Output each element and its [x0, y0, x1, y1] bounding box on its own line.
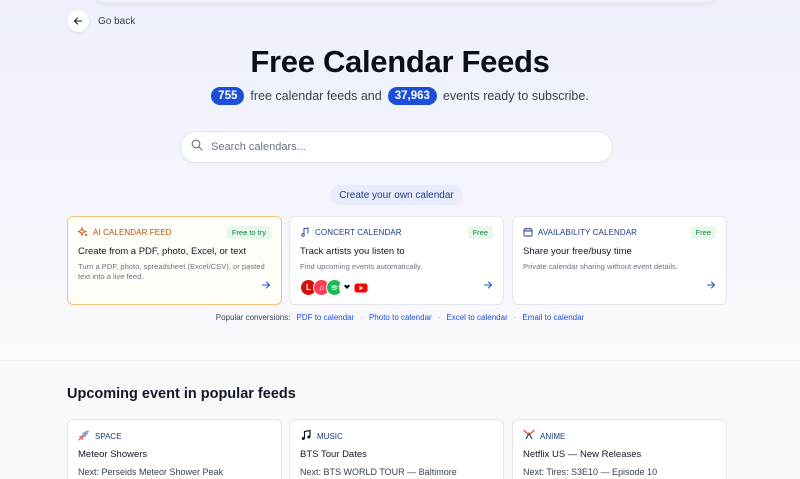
arrow-right-icon[interactable]: [483, 277, 493, 295]
event-feed-title: Meteor Showers: [78, 449, 148, 460]
create-calendar-button[interactable]: Create your own calendar: [330, 185, 463, 205]
card-tag: AVAILABILITY CALENDAR: [538, 228, 638, 237]
anime-icon: [523, 428, 535, 446]
event-next: Next: Tires: S3E10 — Episode 10: [523, 467, 658, 477]
music-note-icon: [300, 428, 312, 446]
event-next: Next: BTS WORLD TOUR — Baltimore: [300, 467, 457, 477]
event-category: MUSIC: [317, 432, 343, 441]
concert-calendar-card[interactable]: CONCERT CALENDAR Free Track artists you …: [289, 216, 504, 305]
youtube-icon: [352, 279, 369, 296]
sparkles-icon: [77, 224, 88, 242]
section-title: Upcoming event in popular feeds: [67, 386, 296, 402]
event-category: ANIME: [540, 432, 566, 441]
go-back-button[interactable]: Go back: [67, 10, 135, 32]
card-description: Turn a PDF, photo, spreadsheet (Excel/CS…: [78, 262, 265, 281]
event-card-anime[interactable]: ANIME Netflix US — New Releases Next: Ti…: [512, 419, 727, 479]
excel-to-calendar-link[interactable]: Excel to calendar: [446, 313, 507, 322]
card-tag: CONCERT CALENDAR: [315, 228, 402, 237]
card-description: Find upcoming events automatically.: [300, 262, 423, 271]
go-back-label: Go back: [98, 15, 136, 27]
search-input[interactable]: [211, 141, 591, 153]
arrow-right-icon[interactable]: [706, 277, 716, 295]
card-title: Create from a PDF, photo, Excel, or text: [78, 246, 246, 257]
hero-subtitle: 755 free calendar feeds and 37,963 event…: [0, 87, 800, 105]
calendar-icon: [523, 224, 533, 242]
photo-to-calendar-link[interactable]: Photo to calendar: [369, 313, 432, 322]
card-tag: AI CALENDAR FEED: [93, 228, 172, 237]
top-bar-edge: [95, 0, 715, 2]
separator-dot: ·: [360, 313, 363, 322]
free-badge: Free to try: [226, 226, 271, 239]
event-category: SPACE: [95, 432, 122, 441]
rocket-icon: [78, 428, 90, 446]
card-title: Track artists you listen to: [300, 246, 405, 257]
ai-calendar-card[interactable]: AI CALENDAR FEED Free to try Create from…: [67, 216, 282, 305]
separator-dot: ·: [437, 313, 441, 322]
event-next: Next: Perseids Meteor Shower Peak: [78, 467, 224, 477]
event-card-space[interactable]: SPACE Meteor Showers Next: Perseids Mete…: [67, 419, 282, 479]
card-title: Share your free/busy time: [523, 246, 632, 257]
card-description: Private calendar sharing without event d…: [523, 262, 678, 271]
search-bar[interactable]: [180, 131, 613, 163]
popular-conversions: Popular conversions: PDF to calendar · P…: [0, 313, 800, 322]
search-icon: [191, 138, 203, 156]
events-text: events ready to subscribe.: [442, 89, 589, 103]
availability-calendar-card[interactable]: AVAILABILITY CALENDAR Free Share your fr…: [512, 216, 727, 305]
page-title: Free Calendar Feeds: [250, 44, 550, 79]
separator-dot: ·: [513, 313, 517, 322]
pdf-to-calendar-link[interactable]: PDF to calendar: [296, 313, 354, 322]
events-count-badge: 37,963: [387, 87, 437, 105]
arrow-left-icon: [67, 10, 89, 32]
free-badge: Free: [690, 226, 716, 239]
music-note-icon: [300, 224, 310, 242]
arrow-right-icon[interactable]: [261, 277, 271, 295]
conversions-label: Popular conversions:: [215, 313, 291, 322]
free-badge: Free: [467, 226, 493, 239]
event-feed-title: BTS Tour Dates: [300, 449, 367, 460]
service-logos: L ♫: [300, 279, 369, 296]
event-feed-title: Netflix US — New Releases: [523, 449, 642, 460]
email-to-calendar-link[interactable]: Email to calendar: [522, 313, 584, 322]
event-card-music[interactable]: MUSIC BTS Tour Dates Next: BTS WORLD TOU…: [289, 419, 504, 479]
feeds-text: free calendar feeds and: [250, 89, 382, 103]
feeds-count-badge: 755: [211, 87, 245, 105]
